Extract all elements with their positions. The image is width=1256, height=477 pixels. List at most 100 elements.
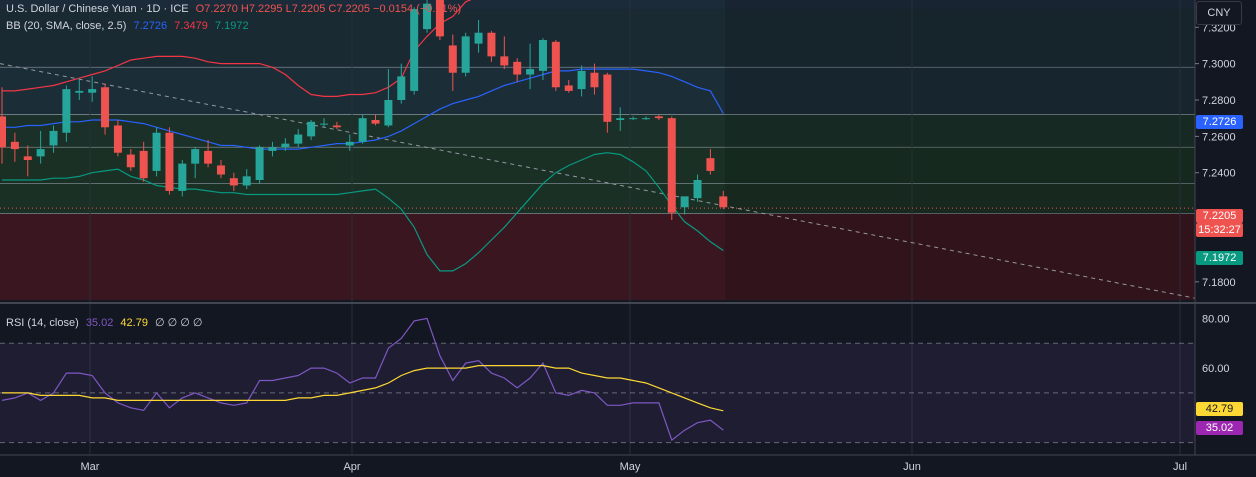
candle[interactable]: [113, 120, 122, 157]
rsi-tick-label: 60.00: [1202, 363, 1230, 375]
candle-body: [10, 141, 19, 150]
rsi-ma-tag: 42.79: [1196, 402, 1243, 416]
candle-body: [101, 87, 110, 128]
candle-body: [500, 56, 509, 66]
candle-body: [642, 118, 650, 120]
candle-body: [191, 149, 200, 164]
price-tick-label: 7.3000: [1202, 59, 1236, 71]
candle-body: [88, 89, 97, 93]
candle-body: [719, 196, 728, 208]
time-tick-label: May: [620, 461, 641, 473]
bb-lower-tag: 7.1972: [1196, 251, 1243, 265]
candle-body: [371, 120, 380, 124]
candle[interactable]: [358, 114, 367, 144]
candle-body: [242, 176, 251, 186]
candle-body: [654, 116, 663, 119]
candle-body: [693, 180, 702, 199]
symbol-title[interactable]: U.S. Dollar / Chinese Yuan · 1D · ICE: [6, 3, 189, 15]
candle[interactable]: [152, 127, 161, 177]
candle[interactable]: [255, 145, 264, 184]
rsi-value: 35.02: [85, 317, 114, 329]
candle[interactable]: [101, 83, 110, 135]
price-zones: [0, 0, 1195, 300]
rsi-tick-label: 80.00: [1202, 313, 1230, 325]
candle-body: [178, 163, 187, 191]
candle[interactable]: [410, 7, 419, 95]
time-tick-label: Jul: [1173, 461, 1187, 473]
candle-body: [113, 125, 122, 153]
rsi-legend[interactable]: RSI (14, close) 35.02 42.79 ∅ ∅ ∅ ∅: [6, 316, 207, 329]
future-shade: [725, 0, 1195, 300]
price-tick-label: 7.2600: [1202, 131, 1236, 143]
candle-body: [358, 118, 367, 142]
candle-body: [526, 69, 535, 75]
bb-upper-value: 7.3479: [174, 20, 208, 32]
candle-body: [126, 154, 135, 168]
bb-basis-value: 7.2726: [133, 20, 168, 32]
candle-body: [706, 158, 715, 171]
price-tick-label: 7.2800: [1202, 95, 1236, 107]
candle-body: [448, 45, 457, 73]
last-price-tag: 7.2205: [1196, 209, 1243, 223]
candle-body: [229, 178, 238, 186]
ohlc-values: O7.2270 H7.2295 L7.2205 C7.2205 −0.0154 …: [195, 3, 462, 15]
candle-body: [0, 116, 6, 148]
candle-body: [307, 121, 316, 137]
candle-body: [590, 72, 599, 88]
candle-body: [384, 100, 393, 126]
rsi-ma-value: 42.79: [120, 317, 148, 329]
rsi-extra-values: ∅ ∅ ∅ ∅: [155, 317, 203, 329]
candle-body: [551, 41, 560, 88]
candle-body: [397, 76, 406, 100]
rsi-tag: 35.02: [1196, 421, 1243, 435]
candle-body: [616, 118, 625, 120]
candle[interactable]: [461, 32, 470, 77]
bb-lower-value: 7.1972: [214, 20, 249, 32]
candle-body: [345, 141, 354, 146]
candle[interactable]: [551, 40, 560, 91]
candle-body: [577, 70, 586, 90]
price-tick-label: 7.1800: [1202, 277, 1236, 289]
bb-legend[interactable]: BB (20, SMA, close, 2.5) 7.2726 7.3479 7…: [6, 20, 253, 32]
candle[interactable]: [178, 160, 187, 197]
candle-body: [538, 40, 547, 71]
candle-body: [75, 90, 84, 93]
candle-body: [23, 156, 32, 160]
candle-body: [36, 149, 45, 157]
symbol-legend[interactable]: U.S. Dollar / Chinese Yuan · 1D · ICE O7…: [6, 3, 465, 15]
bb-title[interactable]: BB (20, SMA, close, 2.5): [6, 20, 126, 32]
candle-body: [474, 32, 483, 44]
candle-body: [255, 147, 264, 180]
rsi-title[interactable]: RSI (14, close): [6, 317, 79, 329]
time-tick-label: Mar: [81, 461, 100, 473]
candle-body: [320, 123, 328, 125]
time-tick-label: Apr: [343, 461, 360, 473]
candle-body: [139, 150, 148, 179]
currency-button[interactable]: CNY: [1196, 1, 1242, 25]
candle-body: [461, 36, 470, 73]
time-tick-label: Jun: [903, 461, 921, 473]
candle-body: [629, 118, 638, 120]
candle-body: [332, 125, 341, 128]
candle-body: [152, 132, 161, 171]
candle-body: [281, 143, 290, 148]
candle-body: [62, 89, 71, 133]
candle-body: [294, 134, 303, 144]
candle-body: [268, 147, 277, 151]
candle-body: [487, 32, 496, 57]
candle-body: [216, 165, 225, 175]
candle[interactable]: [667, 116, 676, 220]
candle-body: [49, 130, 58, 146]
candle-body: [564, 85, 573, 91]
candle[interactable]: [165, 127, 174, 195]
candle-body: [680, 196, 689, 208]
bb-basis-tag: 7.2726: [1196, 115, 1243, 129]
candle-body: [165, 132, 174, 191]
candle-body: [603, 74, 612, 122]
chart-canvas[interactable]: 7.32007.30007.28007.26007.24007.180080.0…: [0, 0, 1256, 477]
price-tick-label: 7.2400: [1202, 168, 1236, 180]
candle-body: [667, 118, 676, 213]
candle-body: [513, 61, 522, 75]
candle-body: [410, 9, 419, 91]
candle-body: [204, 150, 213, 164]
